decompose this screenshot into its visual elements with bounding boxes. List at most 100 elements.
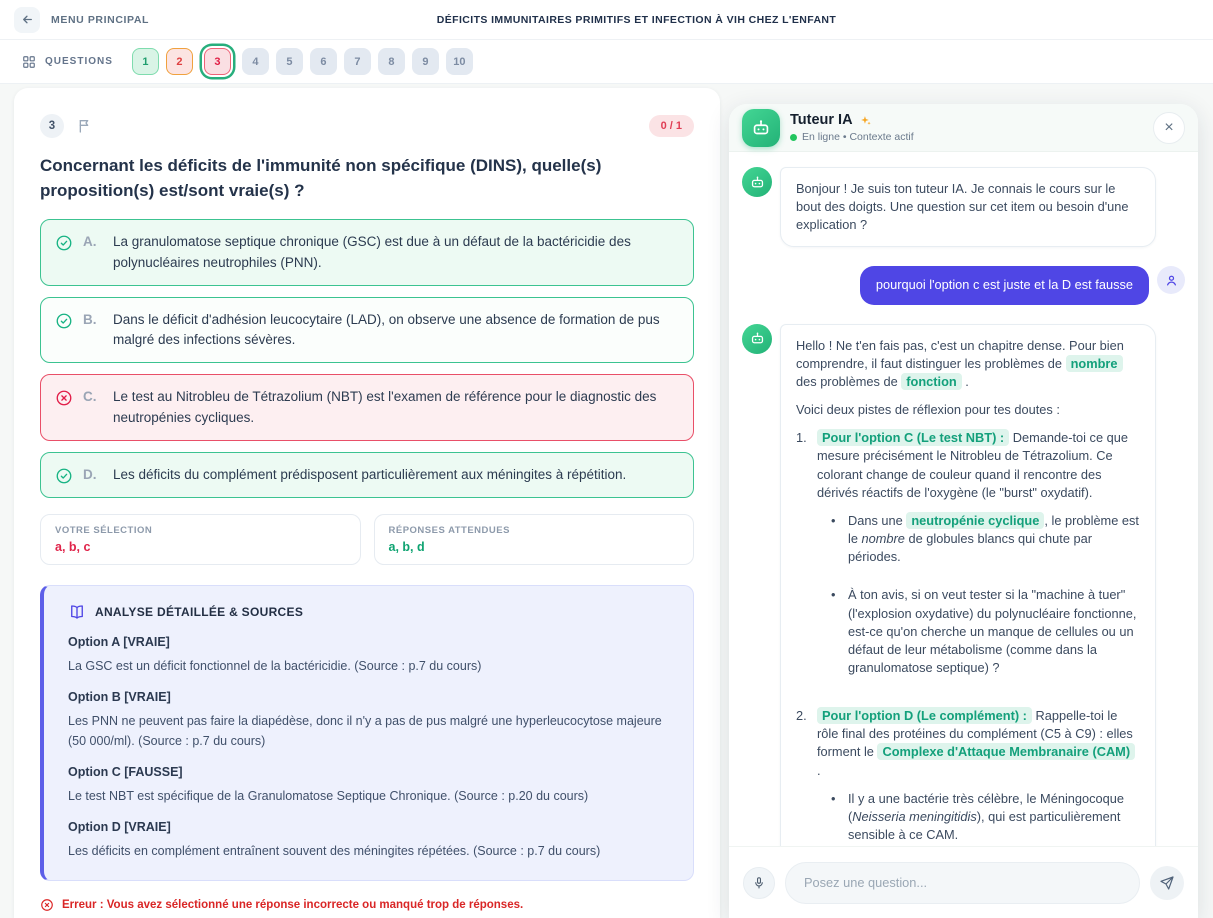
highlight-term: Pour l'option C (Le test NBT) : (817, 429, 1009, 446)
flag-button[interactable] (77, 118, 93, 134)
robot-avatar (742, 109, 780, 147)
robot-icon (749, 330, 766, 347)
question-nav-8[interactable]: 8 (378, 48, 405, 75)
highlight-term: neutropénie cyclique (906, 512, 1044, 529)
question-nav-6[interactable]: 6 (310, 48, 337, 75)
tutor-message-row: Hello ! Ne t'en fais pas, c'est un chapi… (742, 324, 1185, 846)
question-nav-1[interactable]: 1 (132, 48, 159, 75)
selection-row: VOTRE SÉLECTION a, b, c RÉPONSES ATTENDU… (40, 514, 694, 565)
x-circle-icon (55, 389, 73, 407)
close-icon: × (1164, 120, 1173, 136)
reply-lead: Voici deux pistes de réflexion pour tes … (796, 401, 1140, 419)
question-card: 3 0 / 1 Concernant les déficits de l'imm… (14, 88, 720, 918)
question-nav-10[interactable]: 10 (446, 48, 473, 75)
option-text: Les déficits du complément prédisposent … (113, 465, 626, 485)
arrow-left-icon (21, 13, 34, 26)
option-d[interactable]: D. Les déficits du complément prédispose… (40, 452, 694, 498)
robot-avatar (742, 167, 772, 197)
user-message: pourquoi l'option c est juste et la D es… (860, 266, 1149, 304)
chat-status-text: En ligne • Contexte actif (802, 131, 914, 143)
chat-messages: Bonjour ! Je suis ton tuteur IA. Je conn… (729, 152, 1198, 846)
analysis-entry-body: Les déficits en complément entraînent so… (68, 841, 668, 861)
highlight-term: nombre (1066, 355, 1123, 372)
analysis-entry: Option A [VRAIE] La GSC est un déficit f… (68, 635, 669, 676)
chat-status: En ligne • Contexte actif (790, 131, 914, 143)
grid-icon (22, 55, 36, 69)
microphone-icon (752, 876, 766, 890)
tutor-welcome-message: Bonjour ! Je suis ton tuteur IA. Je conn… (780, 167, 1156, 247)
score-badge: 0 / 1 (649, 115, 694, 137)
page-title: DÉFICITS IMMUNITAIRES PRIMITIFS ET INFEC… (264, 14, 1009, 26)
flag-icon (77, 118, 93, 134)
question-nav-4[interactable]: 4 (242, 48, 269, 75)
robot-icon (750, 117, 772, 139)
analysis-panel: ANALYSE DÉTAILLÉE & SOURCES Option A [VR… (40, 585, 694, 881)
error-text: Erreur : Vous avez sélectionné une répon… (62, 899, 523, 911)
option-text: Dans le déficit d'adhésion leucocytaire … (113, 310, 668, 351)
your-selection-box: VOTRE SÉLECTION a, b, c (40, 514, 361, 565)
bullet-icon: • (831, 790, 839, 846)
send-button[interactable] (1150, 866, 1184, 900)
tutor-message-row: Bonjour ! Je suis ton tuteur IA. Je conn… (742, 167, 1185, 247)
back-label[interactable]: MENU PRINCIPAL (51, 14, 149, 26)
option-text: La granulomatose septique chronique (GSC… (113, 232, 668, 273)
analysis-header: ANALYSE DÉTAILLÉE & SOURCES (68, 603, 669, 621)
analysis-entry-heading: Option D [VRAIE] (68, 820, 669, 834)
question-nav-9[interactable]: 9 (412, 48, 439, 75)
analysis-entry-body: La GSC est un déficit fonctionnel de la … (68, 656, 668, 676)
reply-intro: Hello ! Ne t'en fais pas, c'est un chapi… (796, 337, 1140, 391)
question-nav-2[interactable]: 2 (166, 48, 193, 75)
reply-bullet: • À ton avis, si on veut tester si la "m… (831, 586, 1140, 687)
option-letter: B. (83, 310, 103, 330)
close-button[interactable]: × (1153, 112, 1185, 144)
robot-icon (749, 174, 766, 191)
option-a[interactable]: A. La granulomatose septique chronique (… (40, 219, 694, 286)
robot-avatar (742, 324, 772, 354)
question-text: Concernant les déficits de l'immunité no… (40, 154, 685, 203)
top-header: MENU PRINCIPAL DÉFICITS IMMUNITAIRES PRI… (0, 0, 1213, 40)
chat-input-bar (729, 846, 1198, 918)
question-nav-3[interactable]: 3 (204, 48, 231, 75)
send-icon (1159, 875, 1175, 891)
check-circle-icon (55, 467, 73, 485)
expected-answers-box: RÉPONSES ATTENDUES a, b, d (374, 514, 695, 565)
reply-list-item-2: 2. Pour l'option D (Le complément) : Rap… (796, 707, 1140, 846)
option-b[interactable]: B. Dans le déficit d'adhésion leucocytai… (40, 297, 694, 364)
analysis-title: ANALYSE DÉTAILLÉE & SOURCES (95, 605, 303, 619)
back-button[interactable] (14, 7, 40, 33)
analysis-entry-body: Le test NBT est spécifique de la Granulo… (68, 786, 668, 806)
tutor-reply-message: Hello ! Ne t'en fais pas, c'est un chapi… (780, 324, 1156, 846)
analysis-entry: Option D [VRAIE] Les déficits en complém… (68, 820, 669, 861)
highlight-term: fonction (901, 373, 961, 390)
chat-input[interactable] (785, 862, 1140, 904)
book-icon (68, 603, 86, 621)
questions-nav: QUESTIONS 1 2 3 4 5 6 7 8 9 10 (0, 40, 1213, 84)
error-icon (40, 898, 54, 912)
option-c[interactable]: C. Le test au Nitrobleu de Tétrazolium (… (40, 374, 694, 441)
highlight-term: Complexe d'Attaque Membranaire (CAM) (877, 743, 1135, 760)
option-letter: A. (83, 232, 103, 252)
reply-bullet: • Dans une neutropénie cyclique, le prob… (831, 512, 1140, 576)
back-group: MENU PRINCIPAL (14, 7, 264, 33)
expected-answers-value: a, b, d (389, 540, 680, 554)
bullet-icon: • (831, 512, 839, 576)
online-dot (790, 134, 797, 141)
reply-bullet: • Il y a une bactérie très célèbre, le M… (831, 790, 1140, 846)
question-nav-7[interactable]: 7 (344, 48, 371, 75)
chat-header-text: Tuteur IA En ligne • Contexte actif (790, 112, 914, 143)
question-header: 3 0 / 1 (40, 114, 694, 138)
option-letter: D. (83, 465, 103, 485)
user-message-row: pourquoi l'option c est juste et la D es… (742, 266, 1185, 304)
mic-button[interactable] (743, 867, 775, 899)
sparkle-icon (859, 114, 872, 127)
reply-list-item-1: 1. Pour l'option C (Le test NBT) : Deman… (796, 429, 1140, 697)
highlight-term: Pour l'option D (Le complément) : (817, 707, 1032, 724)
your-selection-label: VOTRE SÉLECTION (55, 525, 346, 536)
error-message: Erreur : Vous avez sélectionné une répon… (40, 898, 694, 912)
check-circle-icon (55, 234, 73, 252)
bullet-icon: • (831, 586, 839, 687)
user-icon (1164, 273, 1179, 288)
check-circle-icon (55, 312, 73, 330)
question-nav-5[interactable]: 5 (276, 48, 303, 75)
question-number-badge: 3 (40, 114, 64, 138)
